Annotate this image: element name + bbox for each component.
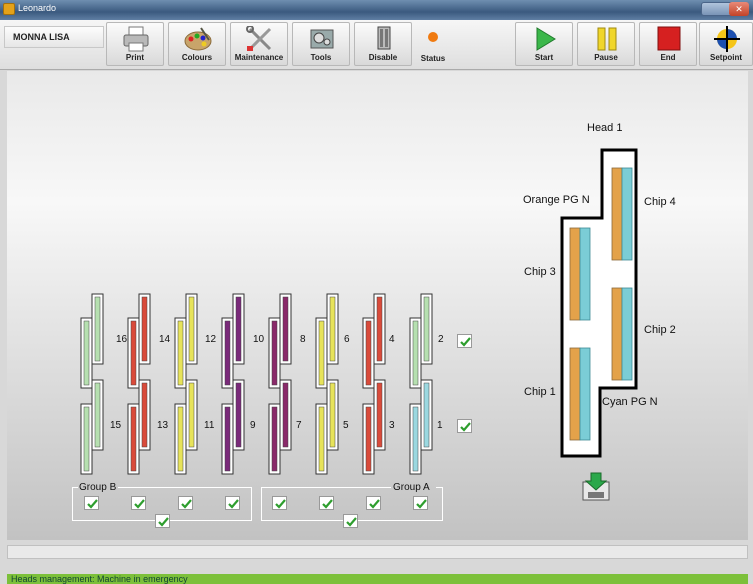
check-icon — [460, 422, 471, 432]
print-head-top-6[interactable] — [315, 293, 339, 389]
print-head-bottom-5[interactable] — [268, 379, 292, 475]
check-icon — [369, 499, 380, 509]
print-head-top-7[interactable] — [362, 293, 386, 389]
print-head-top-4[interactable] — [221, 293, 245, 389]
group-b-all-checkbox[interactable] — [155, 514, 170, 528]
check-icon — [460, 337, 471, 347]
print-head-bottom-7[interactable] — [362, 379, 386, 475]
head-label-12: 12 — [205, 334, 217, 345]
head-label-6: 6 — [344, 334, 350, 345]
head-label-1: 1 — [437, 420, 443, 431]
check-icon — [87, 499, 98, 509]
group-a-all-checkbox[interactable] — [343, 514, 358, 528]
group-a-col-2-checkbox[interactable] — [319, 496, 334, 510]
head-label-2: 2 — [438, 334, 444, 345]
print-head-bottom-4[interactable] — [221, 379, 245, 475]
group-a-label: Group A — [393, 482, 430, 493]
print-head-top-5[interactable] — [268, 293, 292, 389]
check-icon — [134, 499, 145, 509]
head-label-13: 13 — [157, 420, 169, 431]
print-head-bottom-8[interactable] — [409, 379, 433, 475]
chip-3-label: Chip 3 — [524, 266, 556, 278]
check-icon — [181, 499, 192, 509]
status-message: Heads management: Machine in emergency — [11, 574, 188, 584]
head-label-5: 5 — [343, 420, 349, 431]
check-icon — [228, 499, 239, 509]
head-label-8: 8 — [300, 334, 306, 345]
check-icon — [275, 499, 286, 509]
head-label-15: 15 — [110, 420, 122, 431]
print-head-bottom-6[interactable] — [315, 379, 339, 475]
chip-2-label: Chip 2 — [644, 324, 676, 336]
head-label-3: 3 — [389, 420, 395, 431]
check-icon — [346, 517, 357, 527]
head-label-4: 4 — [389, 334, 395, 345]
print-head-top-1[interactable] — [80, 293, 104, 389]
head-label-11: 11 — [204, 420, 215, 431]
head-label-10: 10 — [253, 334, 265, 345]
print-head-bottom-1[interactable] — [80, 379, 104, 475]
row-1-checkbox[interactable] — [457, 419, 472, 433]
row-2-checkbox[interactable] — [457, 334, 472, 348]
print-head-top-8[interactable] — [409, 293, 433, 389]
group-a-col-1-checkbox[interactable] — [272, 496, 287, 510]
group-b-col-3-checkbox[interactable] — [178, 496, 193, 510]
cyan-pg-label: Cyan PG N — [602, 396, 658, 408]
save-download-icon — [582, 472, 610, 501]
head-label-14: 14 — [159, 334, 171, 345]
group-b-col-2-checkbox[interactable] — [131, 496, 146, 510]
group-b-col-1-checkbox[interactable] — [84, 496, 99, 510]
bottom-bar — [7, 545, 748, 559]
print-head-top-2[interactable] — [127, 293, 151, 389]
head-label-9: 9 — [250, 420, 256, 431]
head-label-7: 7 — [296, 420, 302, 431]
print-head-bottom-3[interactable] — [174, 379, 198, 475]
group-a-col-4-checkbox[interactable] — [413, 496, 428, 510]
head-label-16: 16 — [116, 334, 128, 345]
save-button[interactable] — [580, 472, 612, 502]
chip-4-label: Chip 4 — [644, 196, 676, 208]
group-a-col-3-checkbox[interactable] — [366, 496, 381, 510]
check-icon — [158, 517, 169, 527]
chip-1-label: Chip 1 — [524, 386, 556, 398]
print-head-bottom-2[interactable] — [127, 379, 151, 475]
orange-pg-label: Orange PG N — [523, 194, 590, 206]
group-b-col-4-checkbox[interactable] — [225, 496, 240, 510]
print-head-top-3[interactable] — [174, 293, 198, 389]
check-icon — [416, 499, 427, 509]
check-icon — [322, 499, 333, 509]
head-title: Head 1 — [587, 122, 623, 134]
group-b-label: Group B — [79, 482, 117, 493]
status-bar: Heads management: Machine in emergency — [7, 574, 748, 584]
